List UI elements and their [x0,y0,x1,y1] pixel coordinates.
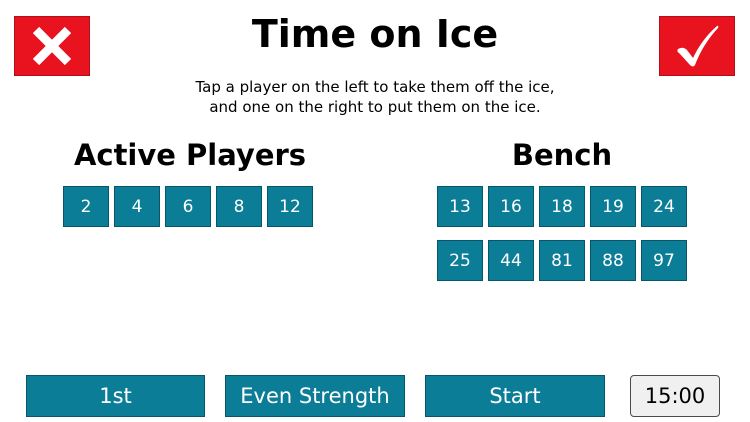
bench-player-button[interactable]: 97 [641,240,687,281]
active-players-heading: Active Players [73,138,307,172]
period-button[interactable]: 1st [26,375,205,417]
bench-player-button[interactable]: 19 [590,186,636,227]
active-player-button[interactable]: 12 [267,186,313,227]
active-player-button[interactable]: 6 [165,186,211,227]
bench-heading: Bench [511,138,613,172]
bench-players-grid: 13 16 18 19 24 25 44 81 88 97 [437,186,697,281]
active-player-button[interactable]: 2 [63,186,109,227]
bench-player-button[interactable]: 81 [539,240,585,281]
checkmark-icon [677,25,719,67]
active-players-grid: 2 4 6 8 12 [63,186,323,227]
bench-player-button[interactable]: 44 [488,240,534,281]
start-button[interactable]: Start [425,375,605,417]
bench-player-button[interactable]: 25 [437,240,483,281]
confirm-button[interactable] [659,16,735,76]
bench-player-button[interactable]: 18 [539,186,585,227]
active-player-button[interactable]: 8 [216,186,262,227]
bench-player-button[interactable]: 24 [641,186,687,227]
instructions-line-2: and one on the right to put them on the … [209,98,541,116]
bench-player-button[interactable]: 13 [437,186,483,227]
bench-player-button[interactable]: 88 [590,240,636,281]
game-clock[interactable]: 15:00 [630,375,720,417]
page-title: Time on Ice [251,12,499,56]
active-player-button[interactable]: 4 [114,186,160,227]
strength-button[interactable]: Even Strength [225,375,405,417]
bench-player-button[interactable]: 16 [488,186,534,227]
instructions-line-1: Tap a player on the left to take them of… [195,78,555,96]
instructions: Tap a player on the left to take them of… [0,77,750,117]
